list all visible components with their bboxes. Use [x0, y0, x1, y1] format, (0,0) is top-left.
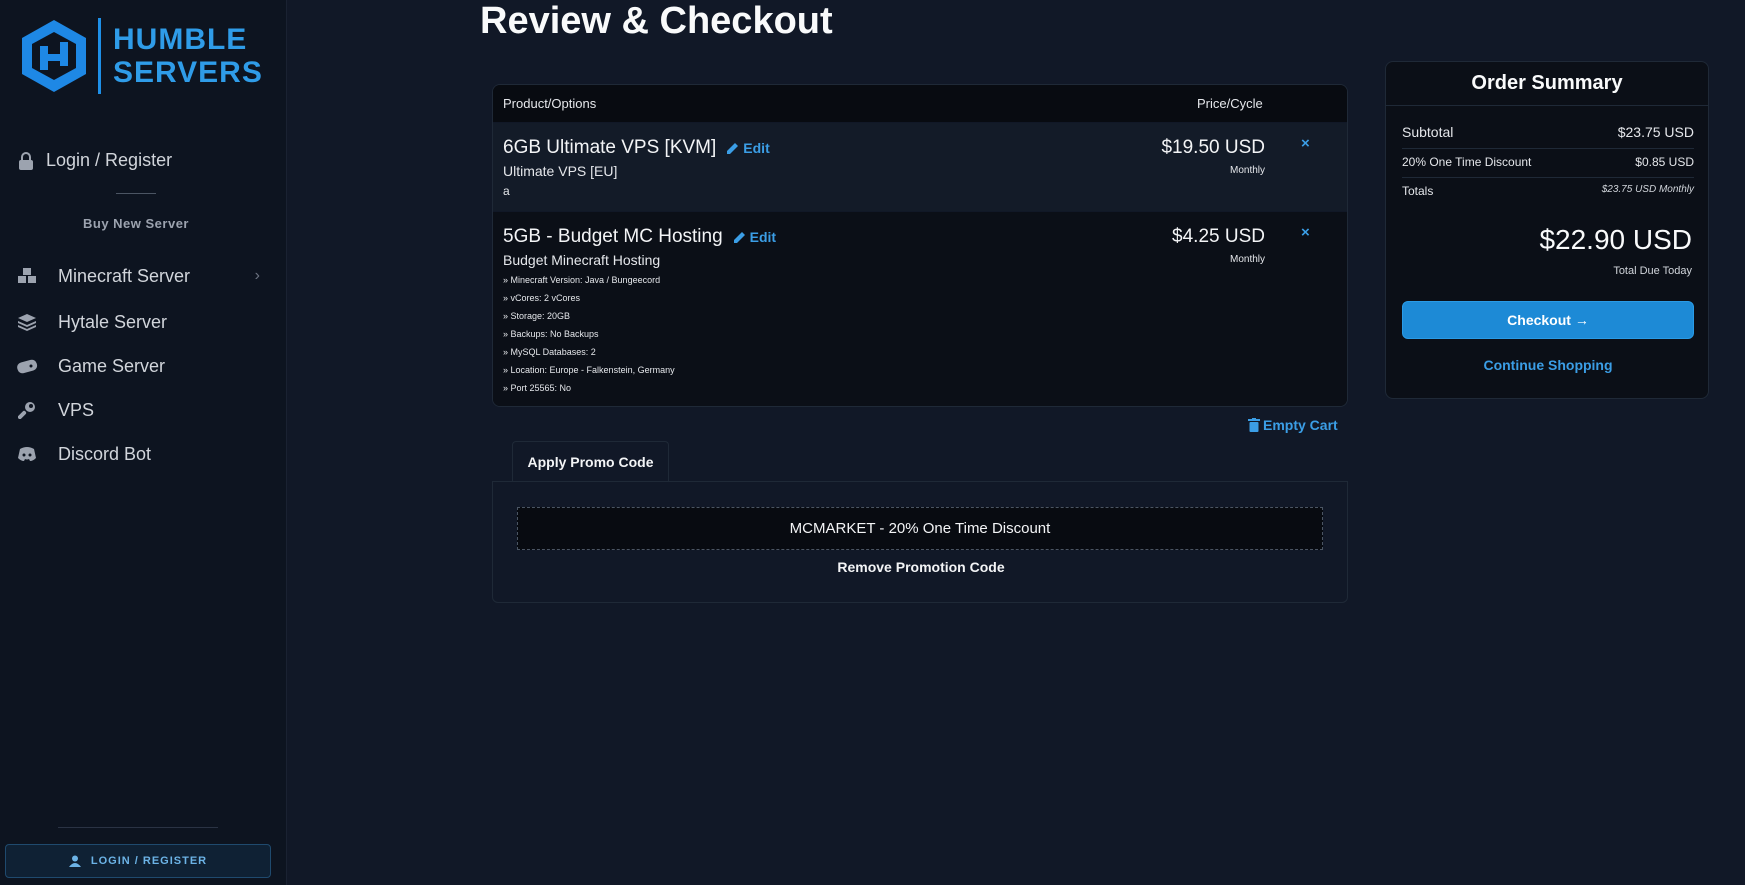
product-option: » Port 25565: No: [503, 383, 572, 393]
applied-promo-code: MCMARKET - 20% One Time Discount: [517, 507, 1323, 550]
order-summary: Order Summary Subtotal $23.75 USD 20% On…: [1385, 61, 1709, 399]
pencil-icon: [727, 142, 739, 154]
cart-table: Product/Options Price/Cycle 6GB Ultimate…: [492, 84, 1348, 407]
totals-label: Totals: [1402, 184, 1434, 198]
product-option: » Minecraft Version: Java / Bungeecord: [503, 275, 661, 285]
section-label-buy-new-server: Buy New Server: [83, 216, 189, 231]
sidebar-item-label: Game Server: [58, 355, 166, 376]
column-header-price: Price/Cycle: [1197, 96, 1263, 111]
product-option: » Location: Europe - Falkenstein, German…: [503, 365, 675, 375]
edit-label: Edit: [749, 229, 777, 245]
sidebar-separator: [116, 193, 156, 194]
stack-icon: [16, 312, 38, 332]
subtotal-label: Subtotal: [1402, 124, 1454, 140]
cart-item: 6GB Ultimate VPS [KVM] Edit Ultimate VPS…: [493, 122, 1347, 211]
total-due-amount: $22.90 USD: [1539, 224, 1692, 255]
product-note: a: [503, 184, 510, 198]
product-cycle: Monthly: [1229, 254, 1265, 265]
sidebar-login-register-label: LOGIN / REGISTER: [90, 855, 208, 867]
product-name-row: 5GB - Budget MC Hosting Edit: [503, 226, 776, 248]
product-option: » vCores: 2 vCores: [503, 293, 581, 303]
total-due-label: Total Due Today: [1613, 265, 1692, 277]
product-group: Budget Minecraft Hosting: [503, 252, 661, 268]
lock-icon: [19, 151, 33, 170]
tab-apply-promo-code[interactable]: Apply Promo Code: [512, 441, 669, 482]
remove-item-button[interactable]: ×: [1301, 135, 1310, 152]
sidebar-item-discord-bot[interactable]: Discord Bot: [16, 439, 260, 469]
humble-servers-logo-icon: [22, 20, 86, 92]
sidebar-login-link[interactable]: Login / Register: [18, 150, 172, 171]
product-option: » Backups: No Backups: [503, 329, 599, 339]
discount-label: 20% One Time Discount: [1402, 155, 1532, 169]
checkout-button[interactable]: Checkout →: [1402, 301, 1694, 339]
edit-label: Edit: [743, 140, 770, 156]
column-header-product: Product/Options: [503, 96, 597, 111]
gamepad-icon: [16, 356, 38, 376]
sidebar-item-vps[interactable]: VPS: [16, 395, 260, 425]
product-cycle: Monthly: [1229, 165, 1265, 176]
promo-panel: MCMARKET - 20% One Time Discount Remove …: [492, 481, 1348, 603]
subtotal-value: $23.75 USD: [1617, 124, 1694, 140]
sidebar-item-label: VPS: [58, 399, 95, 420]
summary-divider: [1402, 148, 1694, 149]
sidebar-item-label: Hytale Server: [58, 311, 168, 332]
remove-promotion-code-button[interactable]: Remove Promotion Code: [493, 559, 1349, 575]
discount-value: $0.85 USD: [1635, 155, 1694, 169]
totals-value: $23.75 USD Monthly: [1601, 184, 1694, 195]
logo-divider: [98, 18, 101, 94]
sidebar: HUMBLE SERVERS Login / Register Buy New …: [0, 0, 287, 885]
sidebar-item-game-server[interactable]: Game Server: [16, 351, 260, 381]
discount-row: 20% One Time Discount $0.85 USD: [1402, 155, 1694, 169]
logo-line-1: HUMBLE: [113, 23, 248, 56]
logo[interactable]: HUMBLE SERVERS: [20, 18, 263, 94]
pencil-icon: [733, 231, 745, 243]
product-name: 5GB - Budget MC Hosting: [503, 226, 723, 247]
product-option: » MySQL Databases: 2: [503, 347, 596, 357]
sidebar-item-hytale-server[interactable]: Hytale Server: [16, 307, 260, 337]
empty-cart-label: Empty Cart: [1263, 417, 1338, 433]
logo-text: HUMBLE SERVERS: [113, 23, 263, 89]
minecraft-blocks-icon: [16, 266, 38, 286]
totals-row: Totals $23.75 USD Monthly: [1402, 184, 1694, 198]
trash-icon: [1248, 418, 1260, 432]
order-summary-title: Order Summary: [1386, 62, 1708, 106]
product-group: Ultimate VPS [EU]: [503, 163, 618, 179]
remove-item-button[interactable]: ×: [1301, 224, 1310, 241]
continue-shopping-link[interactable]: Continue Shopping: [1386, 357, 1710, 373]
product-price: $19.50 USD: [1161, 137, 1265, 158]
chevron-right-icon: ›: [254, 267, 260, 284]
product-option: » Storage: 20GB: [503, 311, 571, 321]
product-name-row: 6GB Ultimate VPS [KVM] Edit: [503, 137, 770, 159]
summary-divider: [1402, 177, 1694, 178]
sidebar-bottom-divider: [58, 827, 218, 828]
cart-item: 5GB - Budget MC Hosting Edit Budget Mine…: [493, 211, 1347, 406]
product-name: 6GB Ultimate VPS [KVM]: [503, 137, 717, 158]
discord-icon: [16, 444, 38, 464]
sidebar-item-label: Minecraft Server: [58, 265, 191, 286]
sidebar-login-register-button[interactable]: LOGIN / REGISTER: [5, 844, 271, 878]
product-price: $4.25 USD: [1172, 226, 1265, 247]
sidebar-login-label: Login / Register: [46, 150, 173, 170]
empty-cart-button[interactable]: Empty Cart: [1248, 417, 1338, 433]
sidebar-item-label: Discord Bot: [58, 443, 152, 464]
logo-line-2: SERVERS: [113, 56, 263, 89]
subtotal-row: Subtotal $23.75 USD: [1402, 124, 1694, 140]
sidebar-item-minecraft-server[interactable]: Minecraft Server ›: [16, 261, 260, 291]
page-title: Review & Checkout: [480, 0, 833, 42]
edit-product-link[interactable]: Edit: [733, 229, 776, 245]
wrench-icon: [16, 400, 38, 420]
user-icon: [68, 855, 81, 867]
cart-header: Product/Options Price/Cycle: [493, 85, 1347, 122]
edit-product-link[interactable]: Edit: [726, 140, 770, 156]
